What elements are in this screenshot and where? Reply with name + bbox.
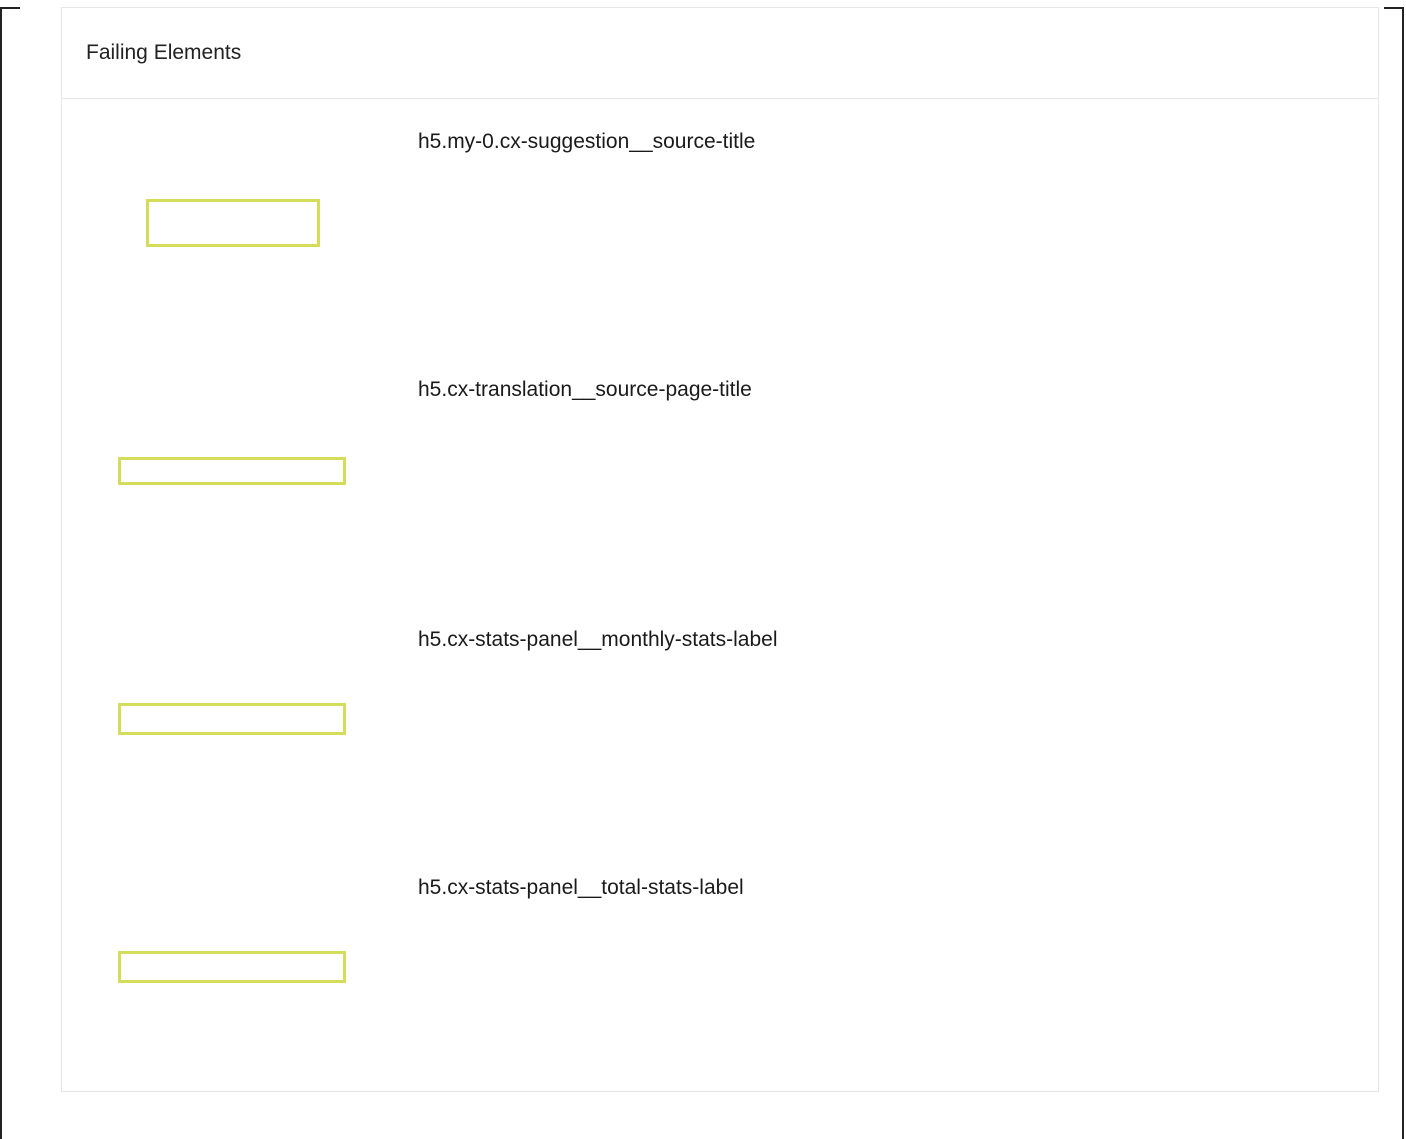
failing-element-item[interactable]: h5.cx-stats-panel__total-stats-label: [62, 844, 1378, 1092]
element-selector: h5.my-0.cx-suggestion__source-title: [418, 130, 756, 153]
element-highlight-thumbnail: [118, 951, 346, 983]
frame-left-tick: [0, 7, 20, 9]
frame-right-tick: [1384, 7, 1404, 9]
panel-header: Failing Elements: [62, 8, 1378, 99]
element-highlight-thumbnail: [118, 457, 346, 485]
frame-right-edge: [1402, 7, 1404, 1139]
frame-left-edge: [0, 7, 2, 1139]
element-selector: h5.cx-stats-panel__monthly-stats-label: [418, 628, 778, 651]
failing-elements-panel: Failing Elements h5.my-0.cx-suggestion__…: [61, 7, 1379, 1092]
element-selector: h5.cx-stats-panel__total-stats-label: [418, 876, 744, 899]
element-selector: h5.cx-translation__source-page-title: [418, 378, 752, 401]
failing-element-item[interactable]: h5.cx-stats-panel__monthly-stats-label: [62, 596, 1378, 844]
failing-element-item[interactable]: h5.cx-translation__source-page-title: [62, 348, 1378, 596]
element-highlight-thumbnail: [146, 199, 320, 247]
panel-title: Failing Elements: [86, 41, 242, 64]
screenshot-frame: Failing Elements h5.my-0.cx-suggestion__…: [0, 0, 1406, 1139]
failing-element-item[interactable]: h5.my-0.cx-suggestion__source-title: [62, 100, 1378, 348]
element-highlight-thumbnail: [118, 703, 346, 735]
